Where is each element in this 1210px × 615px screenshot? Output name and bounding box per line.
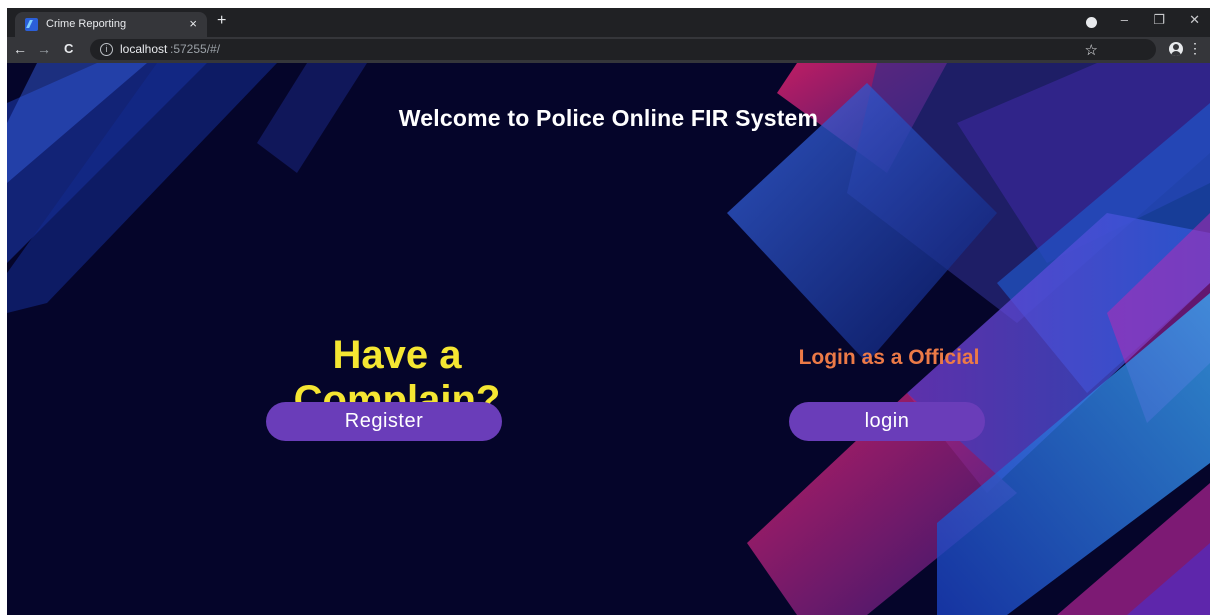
browser-menu-icon[interactable]: ⋮ — [1188, 40, 1202, 57]
background-art — [7, 63, 1210, 615]
url-path: :57255/#/ — [170, 42, 221, 56]
minimize-button[interactable]: – — [1121, 12, 1128, 27]
account-icon[interactable] — [1169, 42, 1183, 56]
address-bar[interactable]: i localhost :57255/#/ ☆ — [90, 39, 1156, 60]
maximize-button[interactable]: ❐ — [1153, 12, 1165, 28]
tab-title: Crime Reporting — [46, 18, 127, 30]
official-login-heading: Login as a Official — [798, 346, 980, 369]
forward-button[interactable]: → — [37, 41, 51, 57]
bookmark-star-icon[interactable]: ☆ — [1085, 41, 1098, 59]
reload-button[interactable]: C — [64, 41, 73, 56]
flutter-favicon-icon — [25, 18, 38, 31]
back-button[interactable]: ← — [13, 41, 27, 57]
login-button[interactable]: login — [789, 402, 985, 441]
tab-close-icon[interactable]: × — [189, 16, 197, 31]
new-tab-button[interactable]: + — [217, 12, 226, 30]
register-button[interactable]: Register — [266, 402, 502, 441]
browser-toolbar: ← → C i localhost :57255/#/ ☆ ⋮ — [7, 37, 1210, 63]
browser-window: Crime Reporting × + – ❐ ✕ ← → C i localh… — [7, 8, 1210, 615]
extension-icon[interactable] — [1086, 17, 1097, 28]
page-title: Welcome to Police Online FIR System — [398, 105, 819, 131]
url-host: localhost — [120, 42, 168, 56]
tab-strip: Crime Reporting × + – ❐ ✕ — [7, 8, 1210, 37]
site-info-icon[interactable]: i — [100, 43, 113, 56]
app-page: Welcome to Police Online FIR System Have… — [7, 63, 1210, 615]
tab-crime-reporting[interactable]: Crime Reporting × — [15, 12, 207, 37]
close-window-button[interactable]: ✕ — [1189, 12, 1200, 28]
